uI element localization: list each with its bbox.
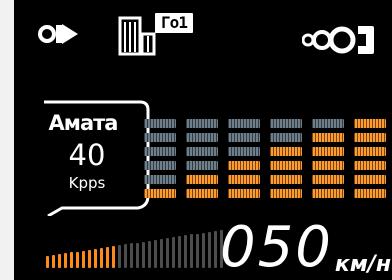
meter-segment-lit <box>312 189 344 198</box>
meter-segment-unlit <box>228 147 260 156</box>
meter-segment-lit <box>228 161 260 170</box>
gauge-bar-unlit <box>214 230 217 268</box>
meter-segment-lit <box>312 133 344 142</box>
gauge-bar-lit <box>112 246 115 268</box>
signal-name: Амата <box>48 111 119 135</box>
meter-segment-unlit <box>312 119 344 128</box>
gauge-bar-lit <box>52 255 55 268</box>
meter-segment-lit <box>270 175 302 184</box>
status-bar: Го1 <box>14 0 392 60</box>
gauge-bar-lit <box>88 249 91 268</box>
meter-segment-lit <box>144 189 176 198</box>
gauge-bar-lit <box>82 250 85 268</box>
meter-segment-unlit <box>270 119 302 128</box>
meter-segment-lit <box>354 147 386 156</box>
detector-label-panel: Амата 40 Kpps <box>40 100 152 216</box>
meter-segment-unlit <box>186 119 218 128</box>
meter-segment-unlit <box>144 147 176 156</box>
meter-column <box>186 114 218 198</box>
meter-column <box>270 114 302 198</box>
gauge-bar-unlit <box>148 240 151 268</box>
gauge-bar-unlit <box>130 243 133 268</box>
gauge-bar-lit <box>58 254 61 268</box>
meter-segment-unlit <box>144 119 176 128</box>
gauge-bar-lit <box>70 252 73 268</box>
meter-segment-lit <box>270 161 302 170</box>
meter-segment-unlit <box>270 133 302 142</box>
gauge-bar-unlit <box>196 233 199 268</box>
meter-segment-unlit <box>186 147 218 156</box>
signal-unit: Kpps <box>68 174 106 192</box>
meter-segment-lit <box>228 189 260 198</box>
meter-segment-lit <box>354 189 386 198</box>
camera-icon <box>38 24 78 44</box>
meter-column <box>312 114 344 198</box>
meter-segment-unlit <box>144 175 176 184</box>
gauge-bar-unlit <box>202 232 205 268</box>
meter-segment-unlit <box>186 161 218 170</box>
meter-column <box>354 114 386 198</box>
gauge-bar-lit <box>100 247 103 268</box>
meter-column <box>144 114 176 198</box>
gauge-bar-unlit <box>208 231 211 268</box>
gauge-bar-unlit <box>142 241 145 268</box>
connection-icon <box>302 26 374 54</box>
meter-segment-unlit <box>228 133 260 142</box>
meter-segment-unlit <box>144 133 176 142</box>
gauge-bar-unlit <box>160 238 163 268</box>
meter-segment-lit <box>270 189 302 198</box>
gauge-bar-unlit <box>136 242 139 268</box>
gauge-bar-unlit <box>166 238 169 268</box>
gauge-bar-unlit <box>184 235 187 268</box>
signal-strength-meter <box>144 114 386 198</box>
mode-badge: Го1 <box>155 13 193 33</box>
gauge-bar-unlit <box>172 237 175 268</box>
meter-segment-lit <box>312 161 344 170</box>
meter-segment-unlit <box>186 133 218 142</box>
gauge-bar-lit <box>106 247 109 268</box>
meter-segment-lit <box>312 147 344 156</box>
meter-column <box>228 114 260 198</box>
meter-segment-unlit <box>144 161 176 170</box>
speed-readout: 050км/н <box>220 220 391 276</box>
gauge-bar-lit <box>94 248 97 268</box>
speed-gauge <box>46 229 226 272</box>
speed-value: 050 <box>220 215 333 280</box>
city-mode-icon <box>118 16 156 56</box>
meter-segment-lit <box>354 161 386 170</box>
meter-segment-lit <box>354 119 386 128</box>
gauge-bar-unlit <box>178 236 181 268</box>
gauge-bar-lit <box>46 256 49 268</box>
meter-segment-unlit <box>228 119 260 128</box>
meter-segment-lit <box>270 147 302 156</box>
speed-unit: км/н <box>334 252 392 277</box>
gauge-bar-unlit <box>154 239 157 268</box>
meter-segment-lit <box>186 175 218 184</box>
meter-segment-lit <box>186 189 218 198</box>
gauge-bar-lit <box>76 251 79 268</box>
radar-display-screen: Го1 Амата 40 Kpps 050км/н <box>14 0 392 280</box>
gauge-bar-unlit <box>190 234 193 268</box>
gauge-bar-lit <box>64 253 67 268</box>
meter-segment-lit <box>354 133 386 142</box>
gauge-bar-unlit <box>118 245 121 268</box>
gauge-bar-unlit <box>124 244 127 268</box>
meter-segment-lit <box>354 175 386 184</box>
signal-value: 40 <box>68 138 106 172</box>
meter-segment-lit <box>312 175 344 184</box>
meter-segment-lit <box>228 175 260 184</box>
